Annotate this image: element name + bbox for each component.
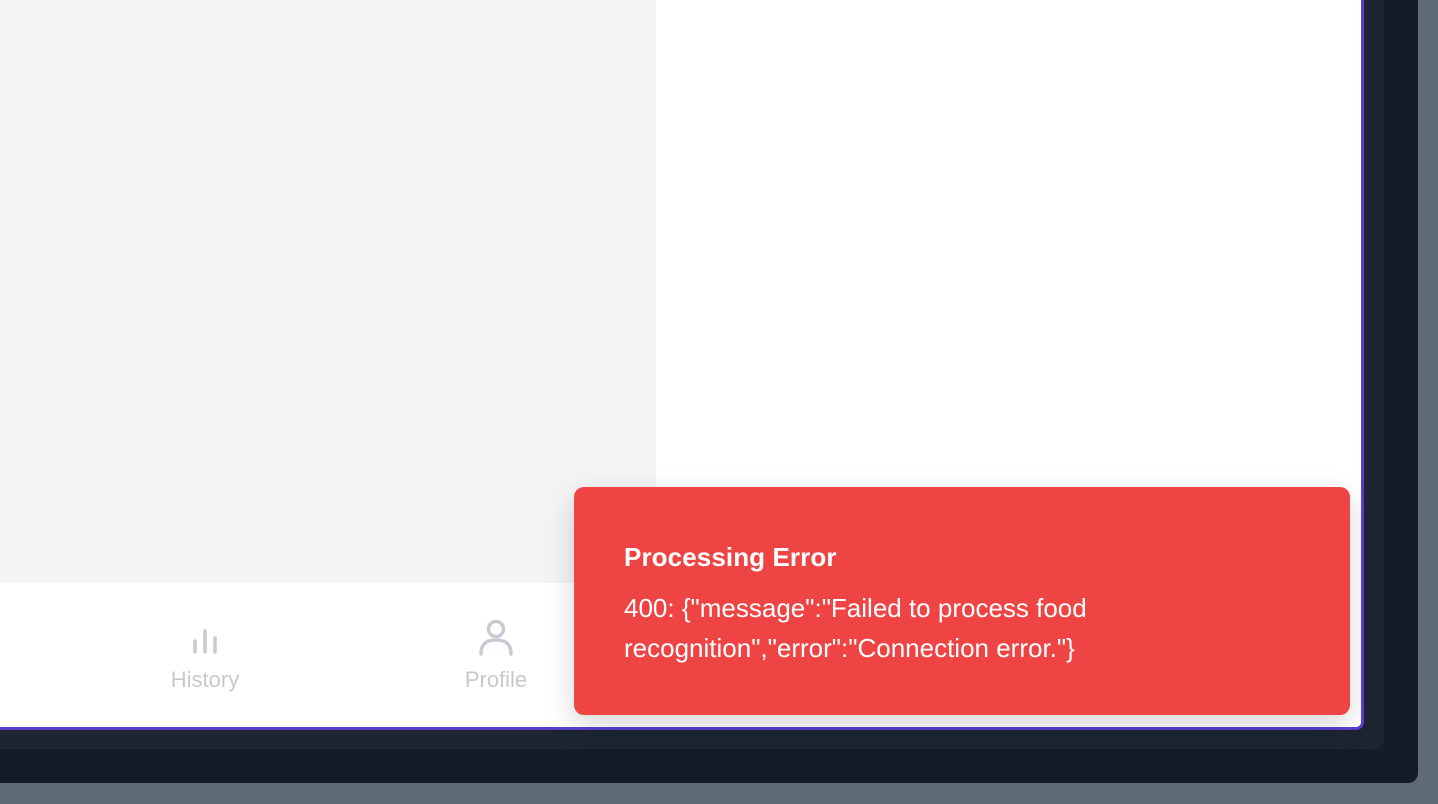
nav-label-profile: Profile — [464, 667, 528, 692]
nav-item-profile[interactable]: Profile — [446, 583, 546, 727]
toast-title: Processing Error — [624, 542, 837, 572]
nav-label-history: History — [170, 667, 240, 692]
error-toast[interactable]: Processing Error 400: {"message":"Failed… — [574, 487, 1350, 715]
bar-chart-icon — [193, 629, 217, 654]
bottom-navigation: History Profile — [0, 583, 656, 727]
user-icon — [479, 619, 513, 656]
app-content-area: History Profile — [0, 0, 656, 727]
toast-message: 400: {"message":"Failed to process food … — [624, 593, 1087, 663]
nav-item-history[interactable]: History — [155, 583, 255, 727]
